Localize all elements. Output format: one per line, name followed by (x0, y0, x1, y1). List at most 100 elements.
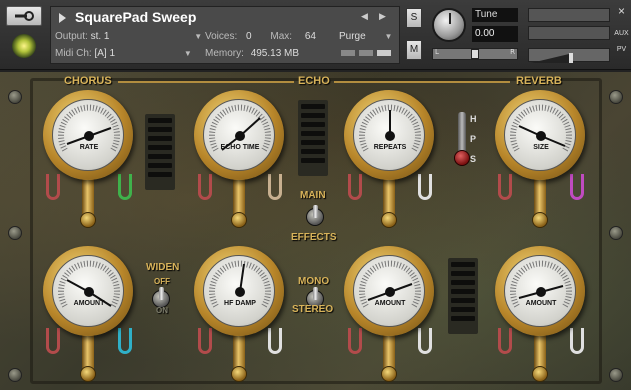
hps-switch[interactable] (454, 150, 470, 166)
expand-icon[interactable] (59, 13, 66, 23)
widen-label: WIDEN (146, 262, 180, 273)
volume-slider[interactable] (528, 48, 610, 63)
echo-amount-gauge[interactable]: AMOUNT (344, 246, 434, 336)
wire-red (348, 174, 362, 200)
screw-icon (609, 368, 623, 382)
gauge-face: AMOUNT (353, 255, 425, 327)
chevron-down-icon: ▼ (183, 49, 192, 58)
close-icon[interactable]: × (614, 4, 629, 18)
volume-ramp-icon (531, 53, 573, 63)
voices-label: Voices: (205, 31, 238, 42)
chevron-down-icon: ▼ (194, 32, 203, 41)
wire-red (348, 328, 362, 354)
reverb-title: REVERB (516, 75, 562, 87)
level-meter (528, 26, 610, 40)
wire-white (418, 174, 432, 200)
gauge-needle-icon (209, 104, 271, 152)
chorus-amount-gauge[interactable]: AMOUNT (43, 246, 133, 336)
wire-white (268, 328, 282, 354)
instrument-name[interactable]: SquarePad Sweep (75, 9, 196, 25)
tune-knob[interactable] (432, 8, 466, 42)
gauge-face: AMOUNT (52, 255, 124, 327)
size-gauge[interactable]: SIZE (495, 90, 585, 180)
wire-red (46, 174, 60, 200)
wire-red (198, 328, 212, 354)
logo-icon (12, 34, 36, 58)
memory-value: 495.13 MB (250, 48, 300, 59)
voices-row: Voices: 0 Max: 64 (205, 31, 316, 42)
wire-white (570, 328, 584, 354)
echo-time-label: ECHO TIME (220, 144, 260, 151)
gauge-needle-icon (58, 260, 120, 308)
vent-grille (298, 100, 328, 176)
purge-dropdown[interactable]: Purge ▼ (339, 31, 392, 42)
chorus-amount-label: AMOUNT (73, 300, 105, 307)
rate-gauge[interactable]: RATE (43, 90, 133, 180)
next-arrow-icon[interactable]: ▶ (379, 12, 386, 22)
pv-button[interactable]: PV (614, 46, 629, 53)
pan-thumb[interactable] (471, 49, 479, 59)
hps-s-label: S (470, 154, 477, 164)
wrench-icon (15, 11, 34, 21)
screw-icon (609, 90, 623, 104)
vent-grille (145, 114, 175, 190)
wire-magenta (570, 174, 584, 200)
gauge-face: ECHO TIME (203, 99, 275, 171)
max-label: Max: (270, 31, 293, 42)
tune-value[interactable]: 0.00 (472, 26, 518, 42)
hf-damp-gauge[interactable]: HF DAMP (194, 246, 284, 336)
pipe-cap (381, 366, 397, 382)
prev-arrow-icon[interactable]: ◀ (361, 12, 368, 22)
widen-off-label: OFF (154, 277, 170, 286)
screw-icon (8, 368, 22, 382)
gauge-face: REPEATS (353, 99, 425, 171)
memory-label: Memory: (205, 48, 244, 59)
main-effects-toggle[interactable] (306, 205, 324, 226)
instrument-panel: SquarePad Sweep ◀ ▶ Output: st. 1 ▼ Voic… (50, 6, 400, 64)
gauge-needle-icon (359, 104, 421, 152)
wire-white (418, 328, 432, 354)
hps-h-label: H (470, 114, 477, 124)
hps-p-label: P (470, 134, 477, 144)
widen-on-label: ON (156, 306, 168, 315)
gauge-needle-icon (510, 104, 572, 152)
aux-button[interactable]: AUX (614, 30, 629, 37)
pipe-cap (231, 366, 247, 382)
mute-button[interactable]: M (406, 40, 422, 60)
midi-row[interactable]: Midi Ch: [A] 1 ▼ (55, 48, 192, 59)
pan-slider[interactable]: L R (432, 48, 518, 60)
wire-tan (268, 174, 282, 200)
gauge-face: HF DAMP (203, 255, 275, 327)
pipe-cap (532, 212, 548, 228)
midi-label: Midi Ch: (55, 48, 92, 59)
gauge-face: SIZE (504, 99, 576, 171)
gauge-needle-icon (58, 104, 120, 152)
echo-time-gauge[interactable]: ECHO TIME (194, 90, 284, 180)
wrench-button[interactable] (6, 6, 42, 26)
hf-damp-label: HF DAMP (224, 300, 256, 307)
rate-label: RATE (79, 144, 99, 151)
voices-value: 0 (246, 31, 252, 42)
max-value[interactable]: 64 (305, 31, 316, 42)
wire-green (118, 174, 132, 200)
reverb-amount-gauge[interactable]: AMOUNT (495, 246, 585, 336)
vent-grille (448, 258, 478, 334)
gauge-needle-icon (510, 260, 572, 308)
wire-red (198, 174, 212, 200)
repeats-gauge[interactable]: REPEATS (344, 90, 434, 180)
pipe-cap (532, 366, 548, 382)
effects-panel: CHORUS ECHO REVERB RATE ECHO TIME REPEAT… (0, 70, 631, 390)
level-meter (528, 8, 610, 22)
tune-label: Tune (472, 8, 518, 22)
gauge-face: AMOUNT (504, 255, 576, 327)
main-label: MAIN (300, 190, 326, 201)
output-row[interactable]: Output: st. 1 ▼ (55, 31, 202, 42)
purge-indicator (359, 50, 373, 56)
wire-red (46, 328, 60, 354)
chorus-title: CHORUS (64, 75, 112, 87)
midi-value: [A] 1 (94, 48, 116, 59)
chevron-down-icon: ▼ (384, 32, 393, 41)
solo-button[interactable]: S (406, 8, 422, 28)
wire-red (498, 328, 512, 354)
purge-label: Purge (339, 31, 366, 42)
